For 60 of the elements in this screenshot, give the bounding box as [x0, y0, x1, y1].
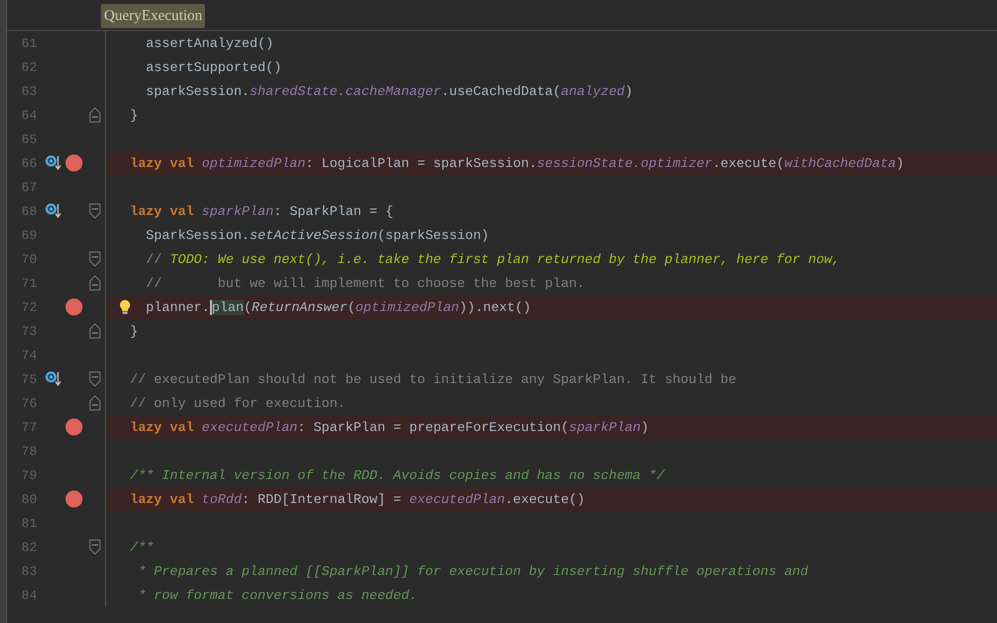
- code-line: lazy val sparkPlan: SparkPlan = {: [128, 204, 394, 218]
- line-number: 66: [20, 156, 37, 170]
- code-line: /**: [128, 540, 154, 554]
- code-line: lazy val toRdd: RDD[InternalRow] = executedPlan.execute(): [128, 492, 585, 506]
- line-number: 72: [20, 300, 37, 314]
- code-line: lazy val optimizedPlan: LogicalPlan = sparkSession.sessionState.optimizer.execute(withCachedData): [128, 156, 904, 170]
- code-line: assertAnalyzed(): [144, 36, 274, 50]
- line-number: 70: [20, 252, 37, 266]
- fold-icon[interactable]: [89, 203, 101, 219]
- code-line: // but we will implement to choose the best plan.: [144, 276, 585, 290]
- fold-icon[interactable]: [89, 395, 101, 411]
- code-line: planner.plan(ReturnAnswer(optimizedPlan)).next(): [144, 300, 531, 314]
- line-number: 80: [20, 492, 37, 506]
- code-line: * Prepares a planned [[SparkPlan]] for execution by inserting shuffle operations and: [136, 564, 808, 578]
- code-line: }: [128, 324, 138, 338]
- code-line: SparkSession.setActiveSession(sparkSession): [144, 228, 490, 242]
- fold-icon[interactable]: [89, 539, 101, 555]
- line-number: 81: [20, 516, 37, 530]
- code-line: // TODO: We use next(), i.e. take the first plan returned by the planner, here for now,: [144, 252, 840, 266]
- line-number: 71: [20, 276, 37, 290]
- lightbulb-icon[interactable]: [119, 299, 131, 315]
- line-number: 77: [20, 420, 37, 434]
- line-number: 79: [20, 468, 37, 482]
- line-number: 62: [20, 60, 37, 74]
- fold-icon[interactable]: [89, 371, 101, 387]
- code-line: }: [128, 108, 138, 122]
- line-number: 69: [20, 228, 37, 242]
- line-number: 67: [20, 180, 37, 194]
- line-number: 73: [20, 324, 37, 338]
- line-number: 75: [20, 372, 37, 386]
- line-number: 65: [20, 132, 37, 146]
- breakpoint-icon[interactable]: [65, 418, 83, 436]
- override-icon[interactable]: [45, 203, 63, 219]
- line-number: 84: [20, 588, 37, 602]
- line-number: 74: [20, 348, 37, 362]
- code-line: lazy val executedPlan: SparkPlan = prepareForExecution(sparkPlan): [128, 420, 649, 434]
- code-line: assertSupported(): [144, 60, 282, 74]
- fold-icon[interactable]: [89, 323, 101, 339]
- code-line: // only used for execution.: [128, 396, 346, 410]
- breadcrumb-tag[interactable]: QueryExecution: [101, 4, 206, 28]
- line-number: 83: [20, 564, 37, 578]
- line-number: 76: [20, 396, 37, 410]
- code-line: sparkSession.sharedState.cacheManager.useCachedData(analyzed): [144, 84, 633, 98]
- line-number: 64: [20, 108, 37, 122]
- fold-icon[interactable]: [89, 251, 101, 267]
- code-line: /** Internal version of the RDD. Avoids copies and has no schema */: [128, 468, 665, 482]
- code-line: * row format conversions as needed.: [136, 588, 418, 602]
- code-line: // executedPlan should not be used to initialize any SparkPlan. It should be: [128, 372, 736, 386]
- breakpoint-icon[interactable]: [65, 298, 83, 316]
- fold-icon[interactable]: [89, 275, 101, 291]
- line-number: 61: [20, 36, 37, 50]
- fold-icon[interactable]: [89, 107, 101, 123]
- line-number: 68: [20, 204, 37, 218]
- override-icon[interactable]: [45, 371, 63, 387]
- line-number: 78: [20, 444, 37, 458]
- override-icon[interactable]: [45, 155, 63, 171]
- line-number: 82: [20, 540, 37, 554]
- breakpoint-icon[interactable]: [65, 490, 83, 508]
- breakpoint-icon[interactable]: [65, 154, 83, 172]
- line-number: 63: [20, 84, 37, 98]
